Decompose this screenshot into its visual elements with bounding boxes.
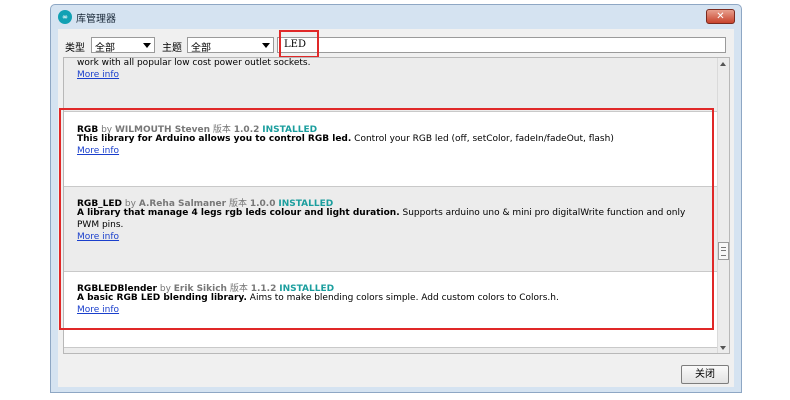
arduino-logo-icon: ∞ (58, 10, 72, 24)
search-input[interactable]: LED (277, 37, 726, 53)
chevron-down-icon (143, 43, 151, 48)
title-bar: ∞ 库管理器 ✕ (51, 5, 741, 29)
search-highlight-box (279, 30, 319, 58)
window-close-button[interactable]: ✕ (706, 9, 735, 24)
type-filter-label: 类型 (65, 43, 85, 54)
item-description: work with all popular low cost power out… (77, 58, 311, 68)
type-filter-dropdown[interactable]: 全部 (91, 37, 155, 54)
type-filter-value: 全部 (95, 43, 115, 54)
scroll-down-arrow-icon[interactable] (720, 346, 726, 350)
scrollbar-thumb[interactable] (718, 242, 729, 260)
window-title: 库管理器 (76, 14, 116, 25)
list-item: work with all popular low cost power out… (64, 58, 718, 112)
scroll-up-arrow-icon[interactable] (720, 62, 726, 66)
list-item (64, 348, 718, 353)
chevron-down-icon (262, 43, 270, 48)
topic-filter-value: 全部 (191, 43, 211, 54)
more-info-link[interactable]: More info (77, 70, 119, 80)
close-button[interactable]: 关闭 (681, 365, 729, 384)
topic-filter-label: 主题 (162, 43, 182, 54)
selection-highlight-box (59, 108, 714, 330)
close-icon: ✕ (716, 11, 725, 22)
filter-bar: 类型 全部 主题 全部 LED (58, 29, 734, 59)
topic-filter-dropdown[interactable]: 全部 (187, 37, 274, 54)
list-scrollbar[interactable] (717, 58, 729, 353)
